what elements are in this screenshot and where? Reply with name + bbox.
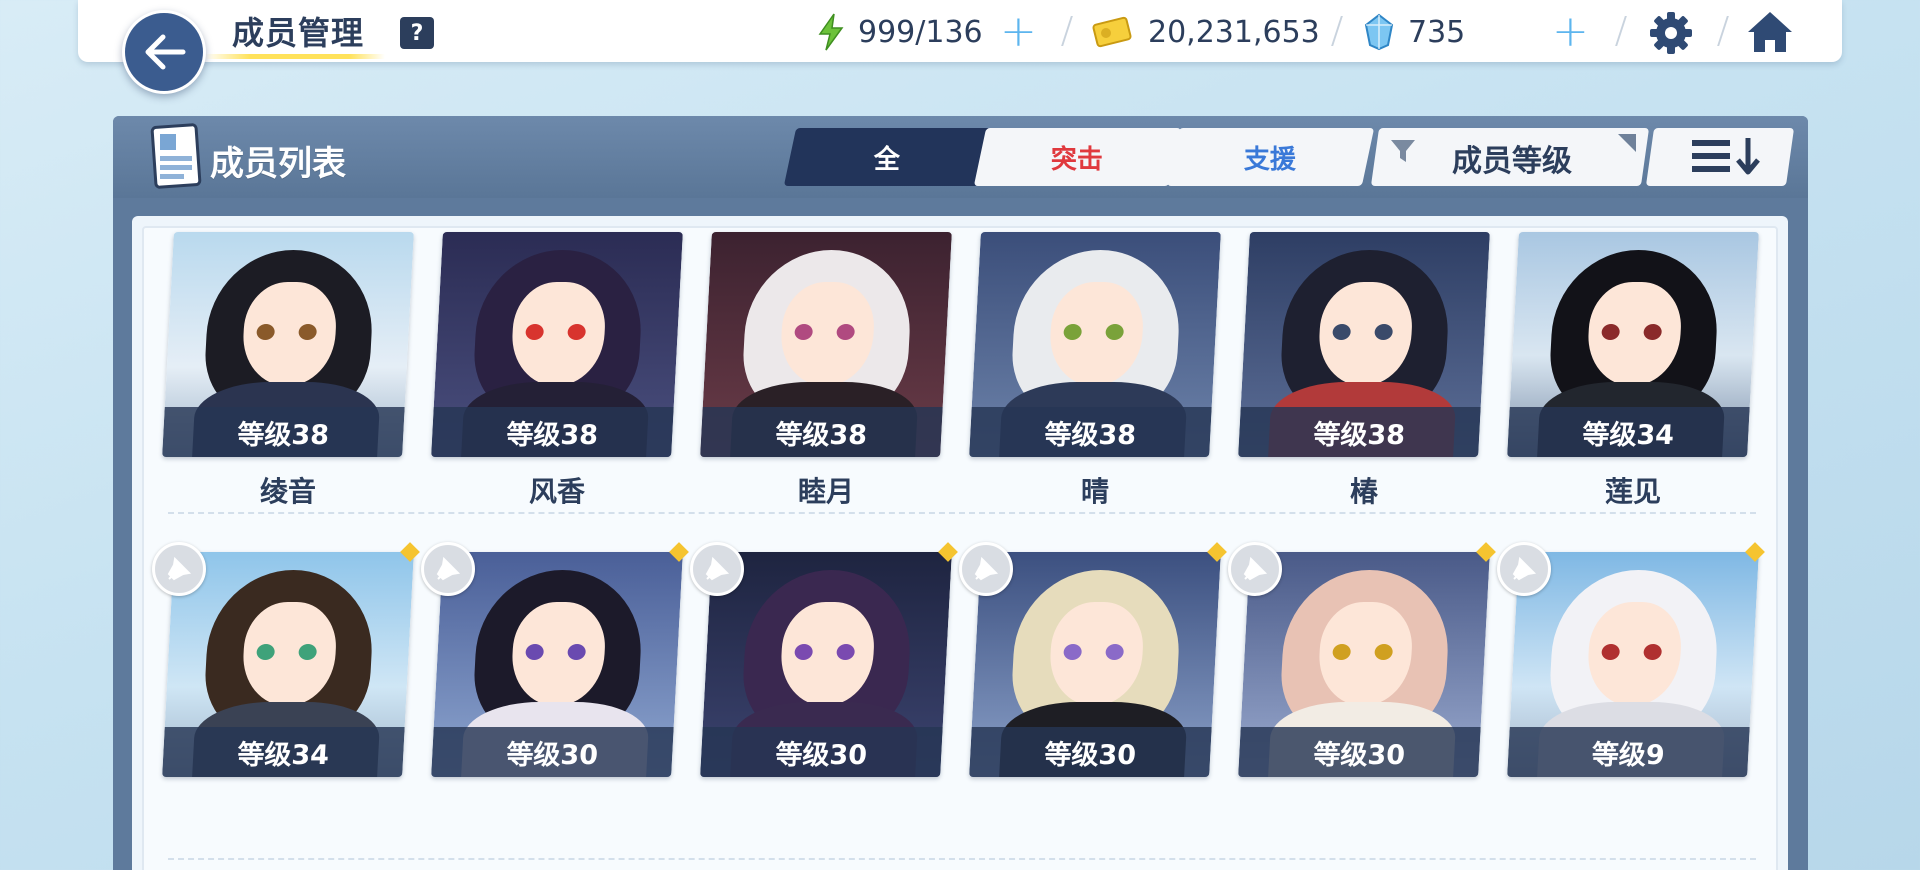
pin-icon [1243,556,1268,581]
add-energy-button[interactable]: + [1000,10,1037,54]
tab-special-label: 支援 [1244,144,1297,175]
filter-icon [1391,140,1415,162]
member-name: 绫音 [259,475,316,508]
tab-special[interactable]: 支援 [1166,128,1375,186]
pin-button[interactable] [1497,542,1551,596]
energy-value: 999/136 [858,14,983,50]
pin-button[interactable] [690,542,744,596]
tab-striker-label: 突击 [1051,144,1104,175]
tab-striker[interactable]: 突击 [973,128,1182,186]
member-name: 睦月 [797,475,854,508]
member-card[interactable]: 等级38 [431,232,683,457]
back-button[interactable] [122,10,206,94]
member-name: 风香 [528,475,585,508]
tab-all-label: 全 [874,144,901,175]
home-icon [1748,12,1792,52]
id-card-icon [150,123,202,189]
pin-icon [436,556,461,581]
pin-button[interactable] [152,542,206,596]
pin-icon [167,556,192,581]
arrow-left-icon [145,34,186,70]
level-label: 等级38 [700,407,943,457]
home-button[interactable] [1744,8,1796,60]
level-label: 等级38 [969,407,1212,457]
help-button[interactable]: ? [400,17,434,49]
sort-corner-marker [1618,134,1636,152]
level-label: 等级30 [969,727,1212,777]
pin-button[interactable] [421,542,475,596]
member-card[interactable]: 等级38 [700,232,952,457]
level-label: 等级38 [1238,407,1481,457]
credits-resource: 20,231,653 [1092,12,1320,52]
member-name: 晴 [1080,475,1109,508]
member-card[interactable]: 等级38 [162,232,414,457]
level-label: 等级30 [700,727,943,777]
pyroxene-gem-icon [1364,13,1394,51]
pin-icon [1512,556,1537,581]
settings-button[interactable] [1648,10,1694,60]
energy-resource: 999/136 [816,12,983,52]
sort-label: 成员等级 [1452,144,1572,179]
credits-value: 20,231,653 [1148,14,1320,50]
level-label: 等级30 [1238,727,1481,777]
gem-resource: 735 [1364,12,1465,52]
gear-icon [1650,12,1692,54]
gem-value: 735 [1408,14,1466,50]
level-label: 等级38 [431,407,674,457]
energy-bolt-icon [818,13,844,51]
title-underline [205,54,385,59]
member-name: 莲见 [1604,475,1661,508]
level-label: 等级30 [431,727,674,777]
pin-button[interactable] [959,542,1013,596]
row-divider [168,512,1756,514]
level-label: 等级38 [162,407,405,457]
credit-card-icon [1092,16,1132,48]
member-name: 椿 [1349,475,1378,508]
pin-button[interactable] [1228,542,1282,596]
pin-icon [974,556,999,581]
pin-icon [705,556,730,581]
member-card[interactable]: 等级34 [1507,232,1759,457]
member-card[interactable]: 等级38 [1238,232,1490,457]
member-list-title: 成员列表 [210,144,346,184]
level-label: 等级34 [162,727,405,777]
add-gem-button[interactable]: + [1552,10,1589,54]
sort-descending-icon [1692,138,1760,175]
row-divider [168,858,1756,860]
level-label: 等级9 [1507,727,1750,777]
tab-all[interactable]: 全 [783,128,992,186]
level-label: 等级34 [1507,407,1750,457]
member-card[interactable]: 等级38 [969,232,1221,457]
page-title: 成员管理 [232,14,365,52]
